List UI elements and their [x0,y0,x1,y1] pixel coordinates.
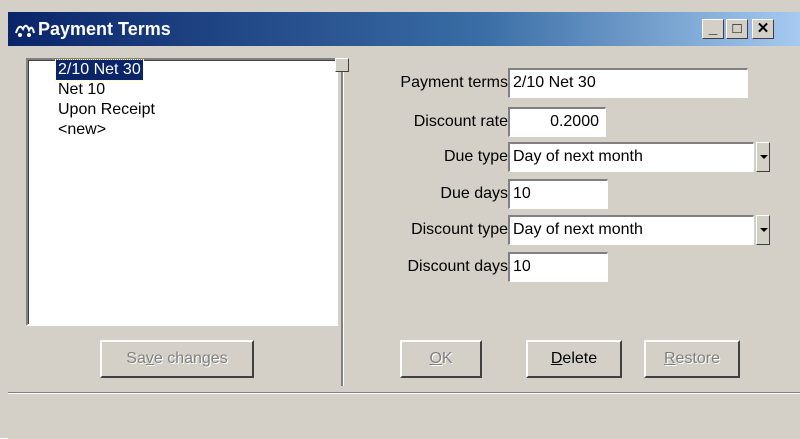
due-type-label: Due type [443,148,508,165]
restore-label-post: estore [675,350,721,367]
discount-days-input[interactable]: 10 [508,252,608,282]
restore-mnemonic: R [663,350,676,367]
save-changes-label-pre: Sa [126,350,146,367]
list-item[interactable]: <new> [56,120,108,140]
delete-mnemonic: D [550,350,563,367]
restore-button[interactable]: Restore [644,340,740,378]
discount-days-label: Discount days [407,258,509,275]
maximize-button[interactable]: □ [726,19,748,39]
list-item[interactable]: Net 10 [56,80,107,100]
maximize-icon: □ [732,20,742,37]
save-changes-label-post: e changes [153,350,228,367]
client-area: 2/10 Net 30 Net 10 Upon Receipt <new> Pa… [8,46,800,388]
app-icon [15,24,35,37]
payment-terms-window: Payment Terms _ □ ✕ 2/10 Net 30 Net 10 U… [0,0,800,439]
discount-type-label: Discount type [411,221,508,238]
discount-type-dropdown-arrow-icon[interactable] [756,215,770,245]
title-bar[interactable]: Payment Terms _ □ ✕ [8,12,800,46]
discount-rate-input[interactable]: 0.2000 [508,107,606,137]
close-button[interactable]: ✕ [752,19,774,39]
ok-button[interactable]: OK [400,340,482,378]
save-changes-mnemonic: v [145,350,154,367]
splitter-handle[interactable] [335,58,349,72]
discount-type-select[interactable]: Day of next month [508,215,754,245]
list-item[interactable]: 2/10 Net 30 [55,59,144,81]
due-type-select[interactable]: Day of next month [508,142,754,172]
ok-mnemonic: O [429,350,442,367]
save-changes-button[interactable]: Save changes [100,340,254,378]
due-days-label: Due days [440,185,508,202]
payment-terms-input[interactable]: 2/10 Net 30 [508,68,748,98]
ok-label-post: K [441,350,453,367]
close-icon: ✕ [756,20,770,37]
payment-terms-list[interactable]: 2/10 Net 30 Net 10 Upon Receipt <new> [26,58,338,326]
delete-button[interactable]: Delete [526,340,622,378]
window-title: Payment Terms [38,19,171,39]
minimize-button[interactable]: _ [702,19,724,39]
list-item[interactable]: Upon Receipt [56,100,157,120]
status-bar [8,392,800,439]
discount-rate-label: Discount rate [413,113,508,130]
delete-label-post: elete [562,350,598,367]
due-days-input[interactable]: 10 [508,179,608,209]
splitter[interactable] [341,58,344,386]
minimize-icon: _ [708,20,718,37]
payment-terms-label: Payment terms [400,74,508,91]
due-type-dropdown-arrow-icon[interactable] [756,142,770,172]
